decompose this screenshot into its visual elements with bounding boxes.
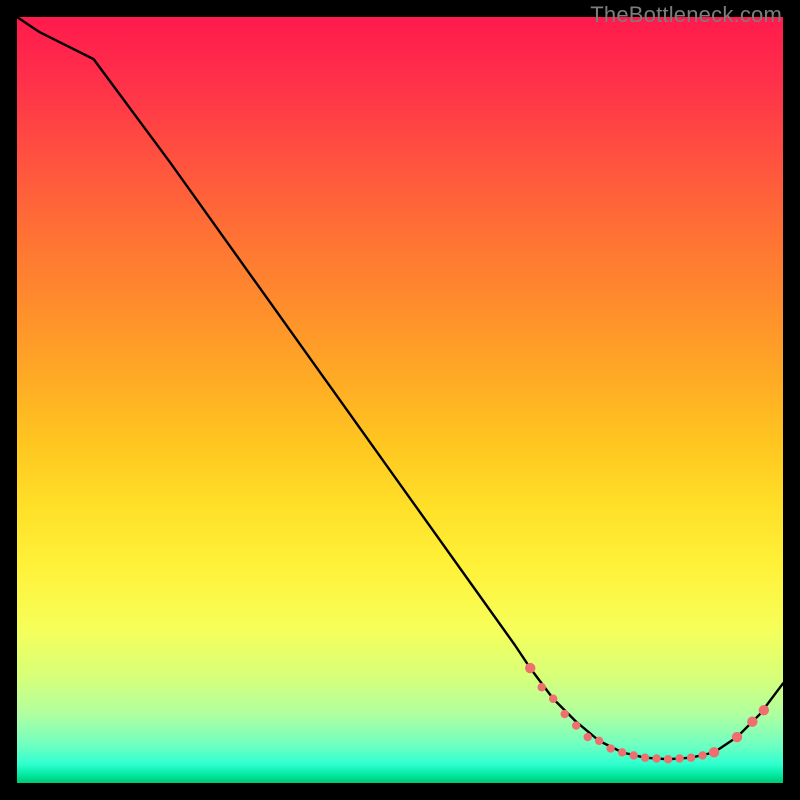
marker-dot [641,754,649,762]
plot-area [17,17,783,783]
marker-dot [675,754,683,762]
bottleneck-curve [17,17,783,759]
marker-dot [747,717,757,727]
marker-dot [560,710,568,718]
marker-dot [652,754,660,762]
marker-dot [687,754,695,762]
marker-dot [709,747,719,757]
marker-dot [572,721,580,729]
highlight-markers [525,663,769,764]
marker-dot [664,755,672,763]
watermark-text: TheBottleneck.com [590,2,782,28]
curve-layer [17,17,783,783]
marker-dot [698,751,706,759]
chart-stage: TheBottleneck.com [0,0,800,800]
marker-dot [549,695,557,703]
marker-dot [629,751,637,759]
marker-dot [538,683,546,691]
marker-dot [525,663,535,673]
marker-dot [595,737,603,745]
marker-dot [618,748,626,756]
marker-dot [606,744,614,752]
marker-dot [583,733,591,741]
marker-dot [759,705,769,715]
marker-dot [732,732,742,742]
